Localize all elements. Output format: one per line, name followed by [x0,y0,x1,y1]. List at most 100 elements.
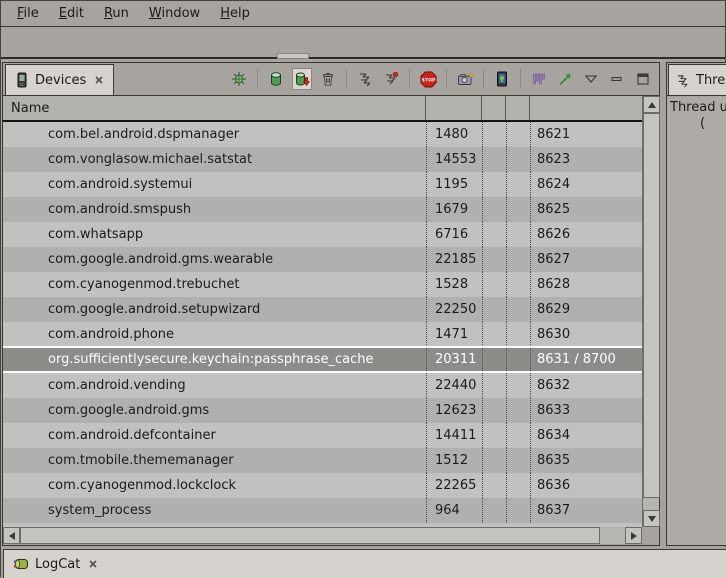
minimize-icon[interactable] [607,68,627,90]
main-toolbar [1,27,725,59]
dump-hprof-icon[interactable] [292,68,312,90]
heap-status-cell [482,373,506,398]
threads-icon [675,73,690,88]
process-name: com.android.phone [3,322,426,347]
tab-threads[interactable]: Threads [668,64,726,95]
process-pid: 6716 [426,222,482,247]
toolbar-separator [409,69,410,89]
process-name: com.cyanogenmod.trebuchet [3,272,426,297]
thread-status-cell [506,297,530,322]
process-name: com.vonglasow.michael.satstat [3,147,426,172]
menu-item[interactable]: Edit [49,3,94,24]
heap-status-cell [482,197,506,222]
heap-status-cell [482,172,506,197]
device-screen-icon[interactable] [492,68,512,90]
table-row[interactable]: com.android.phone 1471 8630 [3,322,642,347]
process-name: org.sufficientlysecure.keychain:passphra… [3,348,426,371]
menu-item[interactable]: Window [139,3,210,24]
view-menu-icon[interactable] [581,68,601,90]
thread-status-cell [506,373,530,398]
table-row[interactable]: com.android.vending 22440 8632 [3,373,642,398]
left-arrow-icon [9,532,15,540]
scroll-left-button[interactable] [3,527,20,544]
thread-status-cell [506,473,530,498]
heap-status-cell [482,147,506,172]
table-row[interactable]: com.google.android.setupwizard 22250 862… [3,297,642,322]
tab-devices-label: Devices [35,73,86,88]
process-pid: 1195 [426,172,482,197]
table-row[interactable]: com.cyanogenmod.trebuchet 1528 8628 [3,272,642,297]
toolbar-separator [346,69,347,89]
heap-status-cell [482,297,506,322]
heap-status-cell [482,122,506,147]
table-row[interactable]: com.tmobile.thememanager 1512 8635 [3,448,642,473]
threads-message-line1: Thread up [670,100,726,116]
menu-item[interactable]: File [7,3,49,24]
column-header-name[interactable]: Name [3,96,426,120]
table-header: Name [3,96,642,122]
stop-process-icon[interactable]: STOP [418,68,438,90]
scroll-up-button[interactable] [643,96,660,113]
table-row[interactable]: com.vonglasow.michael.satstat 14553 8623 [3,147,642,172]
table-row[interactable]: com.google.android.gms.wearable 22185 86… [3,247,642,272]
process-port: 8630 [530,322,642,347]
start-method-profiling-icon[interactable] [381,68,401,90]
systrace-icon[interactable] [529,68,549,90]
heap-status-cell [482,473,506,498]
table-row[interactable]: org.sufficientlysecure.keychain:passphra… [3,346,642,373]
table-row[interactable]: com.android.systemui 1195 8624 [3,172,642,197]
tab-devices[interactable]: Devices [5,64,114,95]
column-header-heap[interactable] [482,96,506,120]
sash-handle[interactable] [277,53,309,59]
column-header-port[interactable] [530,96,642,120]
opengl-trace-icon[interactable] [555,68,575,90]
column-header-thread[interactable] [506,96,530,120]
close-icon[interactable] [94,75,104,85]
close-icon[interactable] [88,559,98,569]
heap-status-cell [482,498,506,523]
column-header-pid[interactable] [426,96,482,120]
tab-logcat-label: LogCat [35,557,80,572]
screen-capture-icon[interactable] [455,68,475,90]
thread-status-cell [506,423,530,448]
bottom-tab-bar: LogCat [1,547,726,578]
heap-status-cell [482,398,506,423]
process-name: system_process [3,498,426,523]
table-row[interactable]: com.google.android.gms 12623 8633 [3,398,642,423]
process-pid: 14411 [426,423,482,448]
table-row[interactable]: com.android.defcontainer 14411 8634 [3,423,642,448]
horizontal-scrollbar[interactable] [3,527,642,544]
table-row[interactable]: system_process 964 8637 [3,498,642,523]
vertical-scroll-thumb[interactable] [643,113,660,498]
heap-status-cell [482,247,506,272]
maximize-icon[interactable] [633,68,653,90]
logcat-icon [13,557,29,571]
process-port: 8627 [530,247,642,272]
vertical-scrollbar[interactable] [642,96,659,527]
thread-status-cell [506,172,530,197]
process-pid: 20311 [426,348,482,371]
table-row[interactable]: com.cyanogenmod.lockclock 22265 8636 [3,473,642,498]
table-row[interactable]: com.android.smspush 1679 8625 [3,197,642,222]
table-row[interactable]: com.whatsapp 6716 8626 [3,222,642,247]
process-port: 8632 [530,373,642,398]
scroll-down-button[interactable] [643,510,660,527]
process-name: com.whatsapp [3,222,426,247]
update-heap-icon[interactable] [266,68,286,90]
tab-logcat[interactable]: LogCat [3,549,726,578]
process-name: com.google.android.gms [3,398,426,423]
scroll-right-button[interactable] [625,527,642,544]
table-row[interactable]: com.bel.android.dspmanager 1480 8621 [3,122,642,147]
thread-status-cell [506,348,530,371]
threads-tab-bar: Threads [667,63,726,96]
menu-item[interactable]: Help [210,3,260,24]
menu-item[interactable]: Run [94,3,139,24]
process-port: 8621 [530,122,642,147]
cause-gc-icon[interactable] [318,68,338,90]
thread-status-cell [506,147,530,172]
horizontal-scroll-thumb[interactable] [20,527,600,544]
debug-process-icon[interactable] [229,68,249,90]
up-arrow-icon [648,102,656,108]
update-threads-icon[interactable] [355,68,375,90]
devices-tab-bar: Devices [3,63,659,96]
